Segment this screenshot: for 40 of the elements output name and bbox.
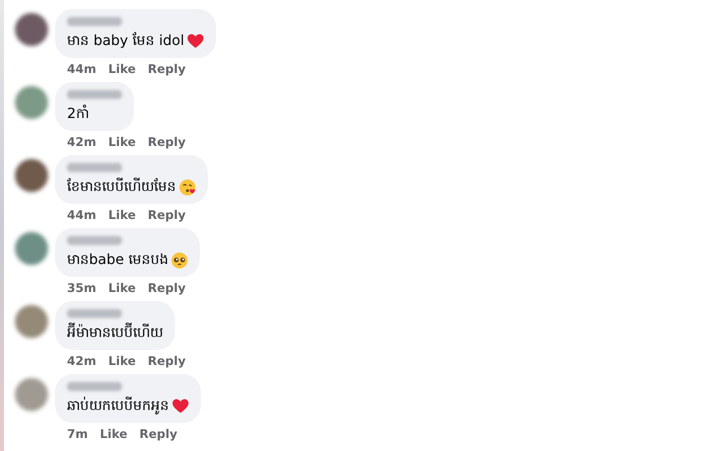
- comment-time[interactable]: 7m: [67, 427, 88, 441]
- blurred-name: [67, 382, 122, 391]
- pleading-emoji-icon: [171, 252, 188, 268]
- heart-icon: [187, 32, 204, 50]
- comment-text: ខែមានបេបីហើយមែន: [67, 177, 176, 197]
- blurred-name: [67, 309, 122, 318]
- reply-link[interactable]: Reply: [148, 354, 186, 368]
- like-link[interactable]: Like: [108, 62, 136, 76]
- avatar[interactable]: [15, 232, 48, 265]
- avatar[interactable]: [15, 13, 48, 46]
- comment-text: មានbabe មេនបង: [67, 251, 168, 270]
- like-link[interactable]: Like: [108, 354, 136, 368]
- heart-icon: [172, 398, 189, 414]
- like-link[interactable]: Like: [108, 135, 136, 149]
- blurred-name: [67, 163, 122, 172]
- blurred-name: [67, 236, 122, 245]
- comment-time[interactable]: 42m: [67, 354, 96, 368]
- comment-text: អ៊ីម៉ាមានបេប៊ីហើយ: [67, 323, 163, 343]
- like-link[interactable]: Like: [108, 281, 136, 295]
- reply-link[interactable]: Reply: [148, 281, 186, 295]
- blurred-name: [67, 90, 122, 99]
- reply-link[interactable]: Reply: [148, 62, 186, 76]
- like-link[interactable]: Like: [100, 427, 128, 441]
- avatar[interactable]: [15, 86, 48, 119]
- like-link[interactable]: Like: [108, 208, 136, 222]
- reply-link[interactable]: Reply: [148, 208, 186, 222]
- avatar[interactable]: [15, 305, 48, 338]
- comment-time[interactable]: 35m: [67, 281, 96, 295]
- comment-time[interactable]: 42m: [67, 135, 96, 149]
- reply-link[interactable]: Reply: [139, 427, 178, 441]
- comment-text: ឆាប់យកបេបីមកអូន: [67, 396, 169, 416]
- avatar[interactable]: [15, 159, 48, 192]
- comment-time[interactable]: 44m: [67, 62, 96, 76]
- kiss-emoji-icon: [179, 178, 196, 196]
- comment-text: 2កាំ: [67, 104, 89, 124]
- reply-link[interactable]: Reply: [148, 135, 186, 149]
- avatar[interactable]: [15, 378, 48, 411]
- blurred-name: [67, 17, 122, 26]
- comment-time[interactable]: 44m: [67, 208, 96, 222]
- comment-text: មាន baby មែន idol: [67, 31, 184, 51]
